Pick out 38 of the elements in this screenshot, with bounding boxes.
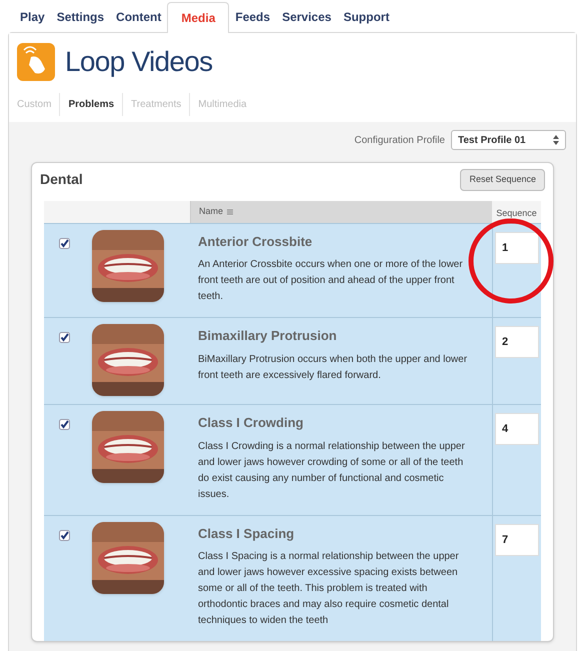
checkbox[interactable] (58, 419, 70, 430)
problem-name: Bimaxillary Protrusion (198, 327, 338, 345)
sequence-field[interactable]: 2 (495, 326, 539, 358)
nav-tab[interactable]: Support (337, 8, 396, 32)
problem-description: BiMaxillary Protrusion occurs when both the upper and lower front teeth are excessively flared forward. (198, 352, 468, 382)
table-row[interactable]: Bimaxillary Protrusion BiMaxillary Protrusion occurs when both the upper and lower front teeth are excessively flared forward. 2 (44, 317, 541, 404)
problem-name: Anterior Crossbite (198, 232, 314, 250)
column-header[interactable]: Name (190, 200, 492, 222)
sequence-field[interactable]: 7 (495, 524, 539, 556)
problem-name: Class I Spacing (198, 524, 296, 543)
sequence-field[interactable]: 1 (495, 232, 539, 264)
checkbox[interactable] (58, 238, 70, 248)
nav-tab[interactable]: Settings (50, 8, 110, 32)
sub-tab[interactable]: Problems (59, 93, 122, 116)
nav-tab[interactable]: Content (110, 8, 168, 32)
reset-button[interactable]: Reset Sequence (460, 169, 545, 190)
column-header[interactable]: Sequence (492, 200, 541, 222)
table-row[interactable] (44, 404, 541, 514)
nav-tab[interactable]: Services (276, 8, 338, 32)
panel-title: Dental (40, 170, 83, 190)
problem-description: An Anterior Crossbite occurs when one or more of the lower front teeth are out of position and ahead of the upper front teeth. (198, 258, 464, 304)
stepper-icon (553, 135, 559, 145)
checkbox[interactable] (58, 530, 70, 540)
problem-description: Class I Spacing is a normal relationship between the upper and lower jaws however excessive spacing exists between some or all of the teeth. This problem is treated with orthodontic braces and may also require cosmetic dental techniques to widen the teeth (198, 550, 460, 628)
sequence-field[interactable]: 4 (495, 413, 539, 445)
app-icon (17, 43, 55, 81)
problem-name: Class I Crowding (198, 414, 304, 432)
sort-icon (227, 208, 234, 214)
nav-tab[interactable]: Feeds (229, 8, 276, 32)
profile-select[interactable]: Test Profile 01 (451, 130, 566, 150)
table-row[interactable]: Anterior Crossbite An Anterior Crossbite occurs when one or more of the lower front teeth are out of position and ahead of the upper front teeth. 1 (44, 222, 541, 317)
page-title: Loop Videos (65, 45, 212, 79)
nav-tab[interactable]: Media (167, 2, 230, 33)
field-label: Configuration Profile (354, 134, 445, 148)
checkbox[interactable] (58, 332, 70, 343)
problem-description: Class I Crowding is a normal relationship between the upper and lower jaws however crowding of some or all of the teeth do exist causing any number of functional and cosmetic issues. (198, 440, 466, 502)
table-row[interactable] (44, 514, 541, 641)
nav-tab[interactable]: Play (14, 8, 51, 32)
